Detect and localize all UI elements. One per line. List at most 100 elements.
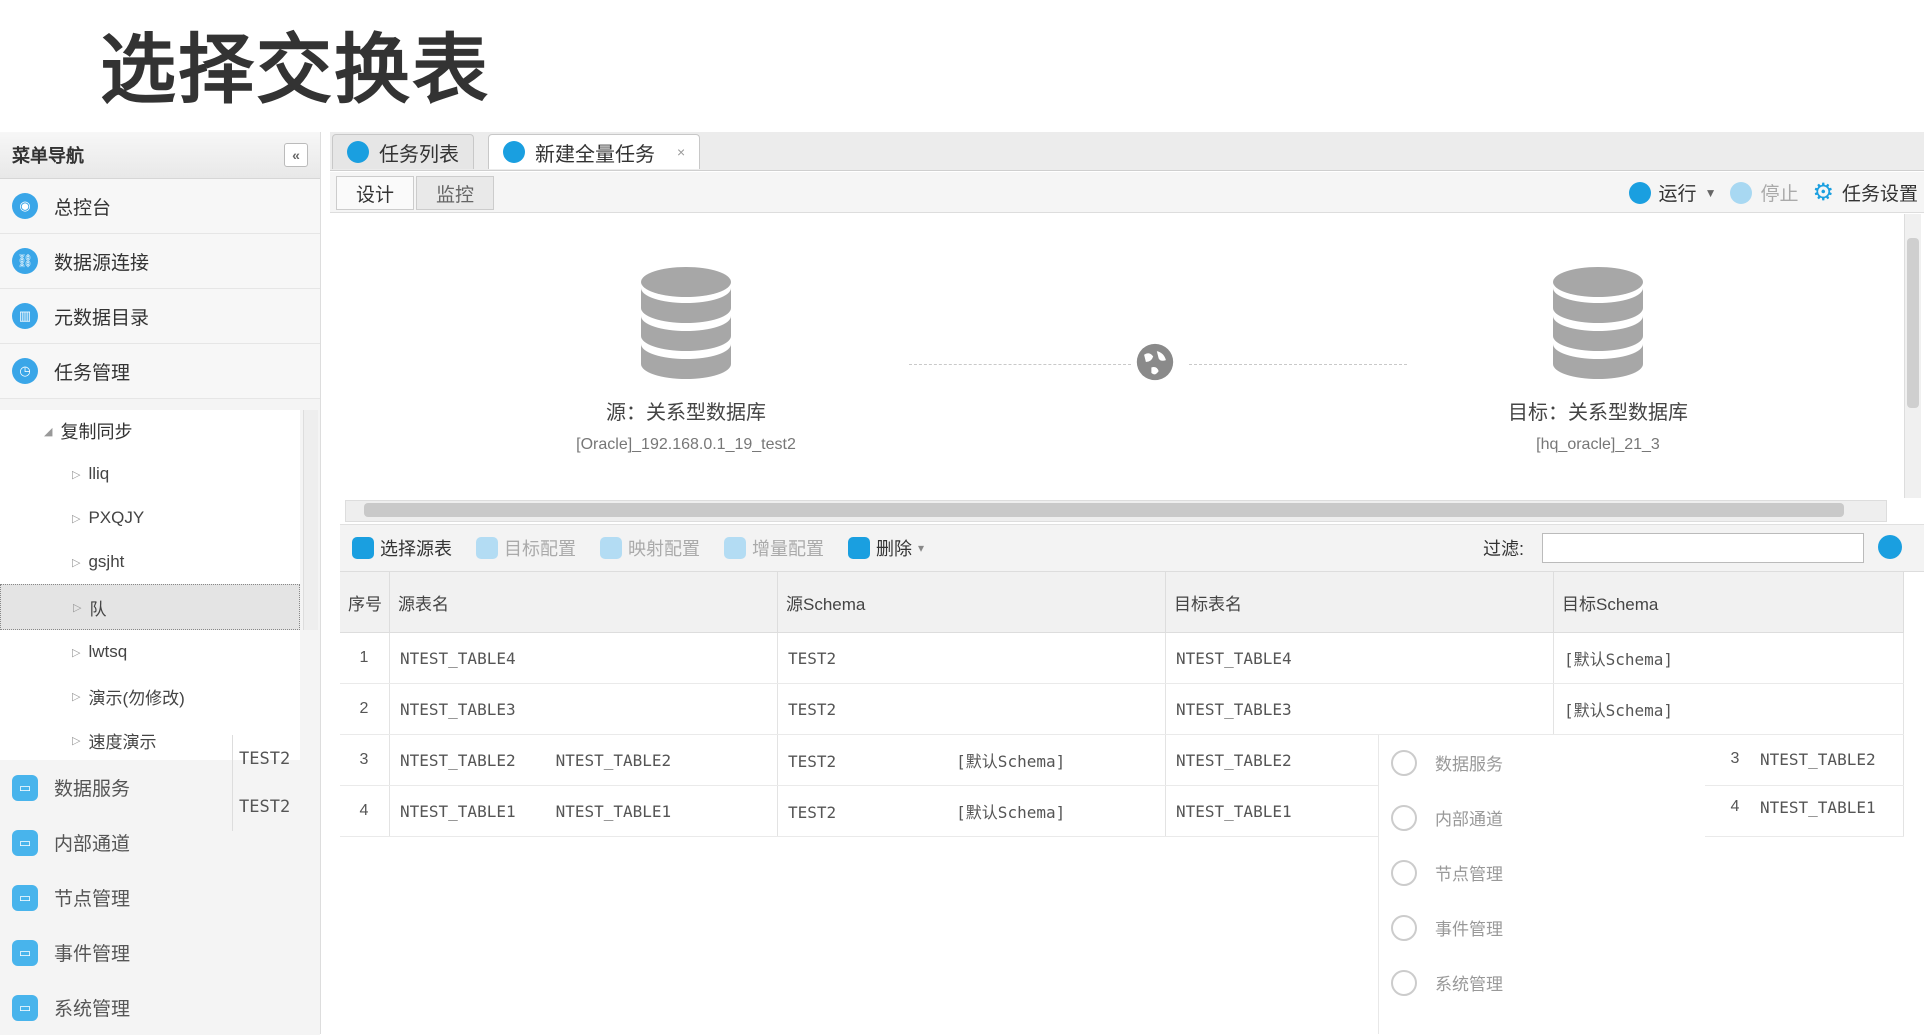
scroll-thumb[interactable] [1907,238,1919,408]
dropdown-icon[interactable]: ▾ [918,541,924,555]
menu-item[interactable]: 系统管理 [1379,955,1705,1010]
sidebar-item-dashboard[interactable]: ◉ 总控台 [0,179,320,234]
mapping-icon [600,537,622,559]
tree-node[interactable]: ▷ lwtsq [0,630,300,674]
tree-node-selected[interactable]: ▷ 队 [0,584,300,630]
column-header[interactable]: 目标表名 [1165,572,1554,633]
chart-icon: ▥ [12,303,38,329]
caret-right-icon: ▷ [72,556,81,569]
collapse-icon[interactable]: « [284,143,308,167]
filter-input[interactable] [1542,533,1864,563]
link-icon: ⛓ [12,248,38,274]
sidebar-header: 菜单导航 « [0,132,320,179]
tree-scrollbar[interactable] [303,410,318,630]
stop-icon [1730,181,1753,204]
scroll-thumb[interactable] [364,503,1844,517]
connector-line [909,364,1131,365]
menu-item[interactable]: 节点管理 [1379,845,1705,900]
task-icon [503,141,525,163]
target-database-icon[interactable] [1551,266,1645,386]
source-connection: [Oracle]_192.168.0.1_19_test2 [576,436,796,453]
caret-right-icon: ▷ [72,468,81,481]
monitor-icon: ▭ [12,994,38,1021]
delete-button[interactable]: 删除 ▾ [848,535,924,561]
task-tree: ◢ 复制同步 ▷ lliq ▷ PXQJY ▷ gsjht ▷ 队 ▷ lwtsq ▷ 演示(… [0,410,318,760]
menu-item[interactable]: 内部通道 [1379,790,1705,845]
tree-node[interactable]: ▷ 演示(勿修改) [0,674,300,718]
sidebar-item-event-manage[interactable]: ▭ 事件管理 [0,925,320,980]
target-config-button[interactable]: 目标配置 [476,535,576,561]
sidebar-item-metadata[interactable]: ▥ 元数据目录 [0,289,320,344]
monitor-icon: ▭ [12,884,38,911]
tab-task-list[interactable]: 任务列表 [332,134,474,169]
caret-right-icon: ▷ [72,734,81,747]
sidebar-title: 菜单导航 [12,146,84,166]
task-settings-button[interactable]: ⚙ 任务设置 [1812,178,1918,207]
sidebar-item-system-manage[interactable]: ▭ 系统管理 [0,980,320,1035]
globe-icon[interactable] [1135,342,1175,382]
monitor-icon: ▭ [12,939,38,966]
source-database-icon[interactable] [639,266,733,386]
stop-button[interactable]: 停止 [1730,179,1798,206]
clock-icon: ◷ [12,358,38,384]
menu-item[interactable]: 数据服务 [1379,735,1705,790]
config-icon [476,537,498,559]
canvas-horizontal-scrollbar[interactable] [345,500,1887,522]
caret-down-icon: ◢ [44,425,53,438]
table-row[interactable]: 3 NTEST_TABLE2 [1710,735,1924,783]
list-icon [347,141,369,163]
table-icon [352,537,374,559]
filter-label: 过滤: [1482,539,1524,559]
subtab-bar: 设计 监控 运行 ▼ 停止 ⚙ 任务设置 [330,172,1924,213]
dropdown-icon[interactable]: ▼ [1705,186,1717,200]
tab-monitor[interactable]: 监控 [416,176,494,210]
cell-value: TEST2 [232,783,329,831]
tab-design[interactable]: 设计 [336,176,414,210]
table-header-row: 序号 源表名 源Schema 目标表名 目标Schema [340,572,1904,633]
overlap-column: TEST2 TEST2 [232,735,329,831]
incremental-config-button[interactable]: 增量配置 [724,535,824,561]
column-header[interactable]: 序号 [340,572,390,633]
tree-node[interactable]: ▷ PXQJY [0,496,300,540]
canvas-vertical-scrollbar[interactable] [1904,214,1921,498]
connector-line [1189,364,1407,365]
table-toolbar: 选择源表 目标配置 映射配置 增量配置 删除 ▾ 过滤: [340,524,1924,572]
caret-right-icon: ▷ [72,512,81,525]
monitor-icon: ▭ [12,774,38,801]
sidebar-item-datasource[interactable]: ⛓ 数据源连接 [0,234,320,289]
table-row[interactable]: 1 NTEST_TABLE4 TEST2 NTEST_TABLE4 [默认Sch… [340,632,1904,684]
table-row[interactable]: 4 NTEST_TABLE1 [1710,783,1924,831]
gear-icon: ⚙ [1812,179,1834,206]
context-menu: 数据服务 内部通道 节点管理 事件管理 系统管理 [1378,735,1705,1034]
menu-item[interactable]: 事件管理 [1379,900,1705,955]
mapping-config-button[interactable]: 映射配置 [600,535,700,561]
close-icon[interactable]: × [677,144,685,160]
column-header[interactable]: 源Schema [777,572,1166,633]
tab-new-full-task[interactable]: 新建全量任务 × [488,134,701,169]
target-label: 目标：关系型数据库 [1508,402,1688,424]
node-icon [1391,859,1417,886]
monitor-icon: ▭ [12,829,38,856]
select-source-table-button[interactable]: 选择源表 [352,535,452,561]
sidebar-item-node-manage[interactable]: ▭ 节点管理 [0,870,320,925]
table-row[interactable]: 2 NTEST_TABLE3 TEST2 NTEST_TABLE3 [默认Sch… [340,683,1904,735]
caret-right-icon: ▷ [72,690,81,703]
sidebar-item-tasks[interactable]: ◷ 任务管理 [0,344,320,399]
caret-right-icon: ▷ [72,646,81,659]
event-icon [1391,914,1417,941]
service-icon [1391,749,1417,776]
tree-node[interactable]: ▷ lliq [0,452,300,496]
tree-node-parent[interactable]: ◢ 复制同步 [0,410,300,452]
task-toolbar: 运行 ▼ 停止 ⚙ 任务设置 [1628,178,1918,207]
tree-node[interactable]: ▷ gsjht [0,540,300,584]
caret-right-icon: ▷ [73,601,82,614]
column-header[interactable]: 目标Schema [1553,572,1904,633]
sidebar: 菜单导航 « ◉ 总控台 ⛓ 数据源连接 ▥ 元数据目录 ◷ 任务管理 ◢ 复制同步 ▷ l… [0,132,321,1035]
column-header[interactable]: 源表名 [389,572,778,633]
overlap-right-rows: 3 NTEST_TABLE2 4 NTEST_TABLE1 [1710,735,1924,831]
channel-icon [1391,804,1417,831]
search-icon[interactable] [1878,535,1902,559]
run-button[interactable]: 运行 ▼ [1628,179,1717,206]
delete-icon [848,537,870,559]
gear-icon [1391,969,1417,996]
